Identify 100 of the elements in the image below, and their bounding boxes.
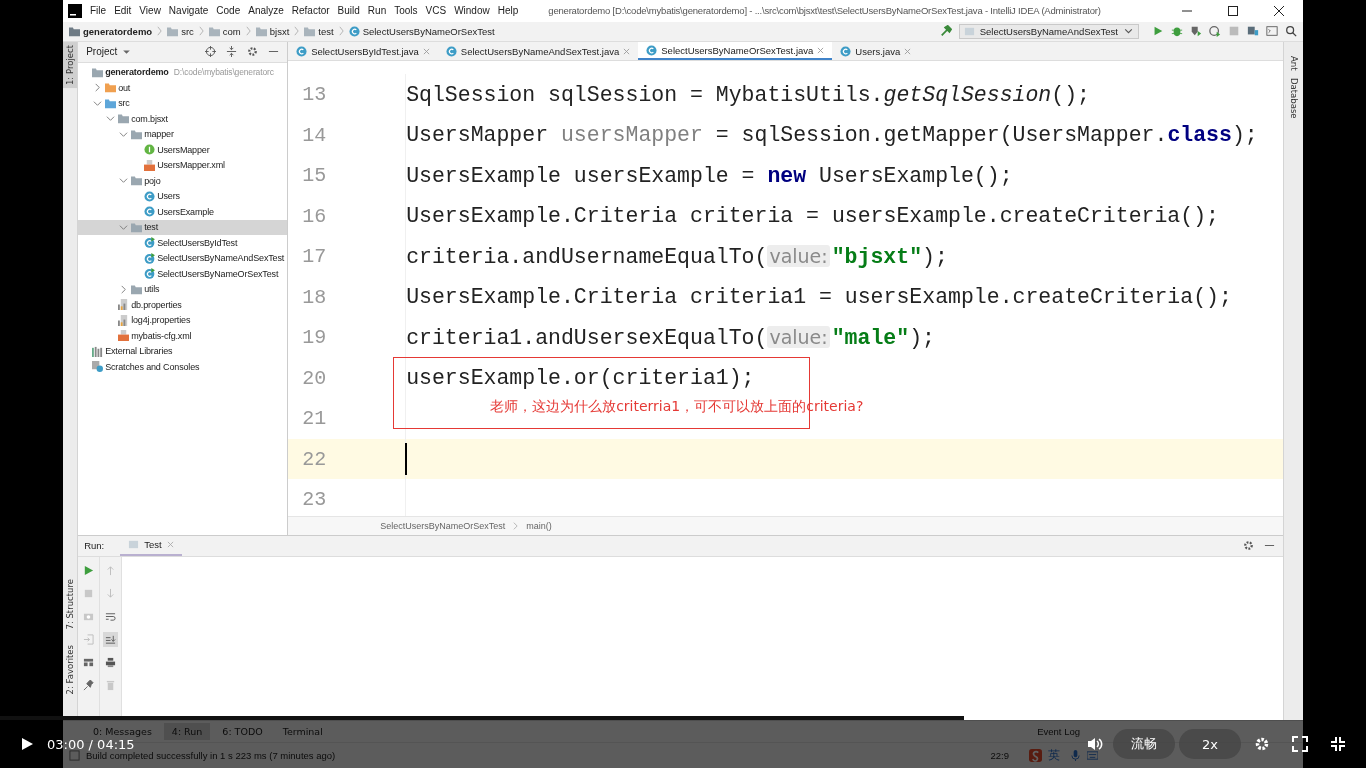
tree-item[interactable]: mybatis-cfg.xml xyxy=(78,328,288,344)
editor-tab[interactable]: Users.java xyxy=(832,41,920,61)
menu-item[interactable]: View xyxy=(139,5,161,17)
line-number: 20 xyxy=(301,366,327,390)
breadcrumb[interactable]: bjsxt xyxy=(255,25,290,37)
breadcrumb[interactable]: main() xyxy=(526,520,552,531)
menu-item[interactable]: Run xyxy=(367,5,387,17)
menu-item[interactable]: Tools xyxy=(394,5,418,17)
tree-item[interactable]: db.properties xyxy=(78,297,288,313)
hammer-icon[interactable] xyxy=(939,25,952,38)
scroll-to-end-icon[interactable] xyxy=(103,631,119,647)
exit-fullscreen-icon[interactable] xyxy=(1330,736,1346,752)
menu-item[interactable]: File xyxy=(90,5,107,17)
menu-item[interactable]: Build xyxy=(337,5,360,17)
xml-file-icon xyxy=(144,159,156,171)
stop-icon[interactable] xyxy=(1228,25,1240,38)
collapse-icon[interactable] xyxy=(226,46,238,58)
console-icon xyxy=(128,539,140,551)
folder-icon xyxy=(131,283,143,295)
tool-window-button[interactable]: Database xyxy=(1288,78,1299,119)
input-method-logo-icon xyxy=(1029,749,1042,763)
menu-item[interactable]: Refactor xyxy=(291,5,330,17)
fullscreen-icon[interactable] xyxy=(1292,736,1308,752)
tree-item[interactable]: log4j.properties xyxy=(78,312,288,329)
class-icon xyxy=(144,190,156,202)
code-line: UsersExample.Criteria criteria = usersExample.createCriteria(); xyxy=(406,204,1219,229)
menu-item[interactable]: Window xyxy=(454,5,490,17)
menu-item[interactable]: Navigate xyxy=(168,5,209,17)
settings-icon[interactable] xyxy=(247,46,259,58)
text-cursor xyxy=(405,443,408,476)
tree-item[interactable]: UsersExample xyxy=(78,204,288,220)
tree-item[interactable]: out xyxy=(78,80,288,96)
tree-item[interactable]: src xyxy=(78,95,288,112)
gauge-icon[interactable] xyxy=(1209,25,1221,38)
volume-icon[interactable] xyxy=(1087,736,1103,752)
folder-icon xyxy=(118,113,130,125)
structure-icon[interactable] xyxy=(1247,25,1259,38)
tree-item[interactable]: Scratches and Consoles xyxy=(78,359,288,375)
tree-item[interactable]: pojo xyxy=(78,173,288,189)
microphone-icon[interactable] xyxy=(1070,750,1081,762)
run-config-dropdown[interactable]: SelectUsersByNameAndSexTest xyxy=(958,23,1139,39)
tree-item[interactable]: mapper xyxy=(78,126,288,143)
code-line: UsersExample usersExample = new UsersExample(); xyxy=(406,163,1013,188)
menu-item[interactable]: VCS xyxy=(425,5,447,17)
menu-item[interactable]: Code xyxy=(216,5,241,17)
line-number: 17 xyxy=(301,245,327,269)
tree-item[interactable]: test xyxy=(78,219,288,236)
play-icon[interactable] xyxy=(20,737,34,751)
folder-icon xyxy=(208,25,220,37)
breadcrumb[interactable]: SelectUsersByNameOrSexTest xyxy=(348,25,495,37)
tree-item[interactable]: External Libraries xyxy=(78,343,288,360)
tree-item[interactable]: SelectUsersByNameAndSexTest xyxy=(78,250,288,267)
menu-item[interactable]: Help xyxy=(497,5,519,17)
tool-window-button[interactable]: 2: Favorites xyxy=(63,642,77,698)
terminal-window-icon[interactable] xyxy=(1266,25,1278,38)
tree-item[interactable]: SelectUsersByNameOrSexTest xyxy=(78,266,288,282)
breadcrumb[interactable]: test xyxy=(304,25,334,37)
bug-icon[interactable] xyxy=(1171,25,1183,38)
quality-button[interactable]: 流畅 xyxy=(1113,729,1175,759)
speed-button[interactable]: 2x xyxy=(1179,729,1241,759)
tree-item[interactable]: UsersMapper.xml xyxy=(78,157,288,174)
search-icon[interactable] xyxy=(1285,25,1297,38)
editor-tab[interactable]: SelectUsersByNameAndSexTest.java xyxy=(437,41,639,61)
menu-item[interactable]: Analyze xyxy=(248,5,284,17)
menu-item[interactable]: Edit xyxy=(114,5,132,17)
tool-window-button[interactable]: Ant xyxy=(1288,55,1299,71)
folder-icon xyxy=(92,66,104,78)
properties-file-icon xyxy=(118,314,130,326)
tree-item[interactable]: utils xyxy=(78,281,288,298)
pin-icon[interactable] xyxy=(81,677,97,693)
breadcrumb[interactable]: src xyxy=(167,25,194,37)
editor-tab[interactable]: SelectUsersByIdTest.java xyxy=(288,41,438,61)
class-icon xyxy=(840,45,852,57)
tree-item[interactable]: Users xyxy=(78,188,288,205)
line-number: 23 xyxy=(301,488,327,512)
tool-window-button[interactable]: 7: Structure xyxy=(63,575,77,633)
chevron-icon xyxy=(294,26,300,37)
class-icon xyxy=(296,45,308,57)
folder-icon xyxy=(131,128,143,140)
run-tab[interactable]: Test xyxy=(120,535,182,556)
close-icon[interactable] xyxy=(1273,4,1285,17)
properties-file-icon xyxy=(118,299,130,311)
tool-window-button[interactable]: 1: Project xyxy=(63,41,77,88)
code-line: usersExample.or(criteria1); xyxy=(406,366,755,391)
panel-title[interactable]: Project xyxy=(86,46,118,58)
settings-icon[interactable] xyxy=(1254,736,1270,752)
settings-icon[interactable] xyxy=(1243,540,1255,552)
tree-item[interactable]: SelectUsersByIdTest xyxy=(78,235,288,251)
tree-item[interactable]: generatordemo D:\code\mybatis\generatorc xyxy=(78,64,288,81)
breadcrumb[interactable]: SelectUsersByNameOrSexTest xyxy=(380,520,506,531)
tree-item[interactable]: UsersMapper xyxy=(78,142,288,158)
crosshair-icon[interactable] xyxy=(205,46,217,58)
shield-icon[interactable] xyxy=(1190,25,1202,38)
maximize-icon[interactable] xyxy=(1227,4,1239,17)
tree-item[interactable]: com.bjsxt xyxy=(78,111,288,127)
class-icon xyxy=(348,25,360,37)
breadcrumb[interactable]: com xyxy=(208,25,241,37)
breadcrumb[interactable]: generatordemo xyxy=(69,25,153,37)
run-icon[interactable] xyxy=(1152,25,1164,38)
line-number: 22 xyxy=(301,447,327,471)
